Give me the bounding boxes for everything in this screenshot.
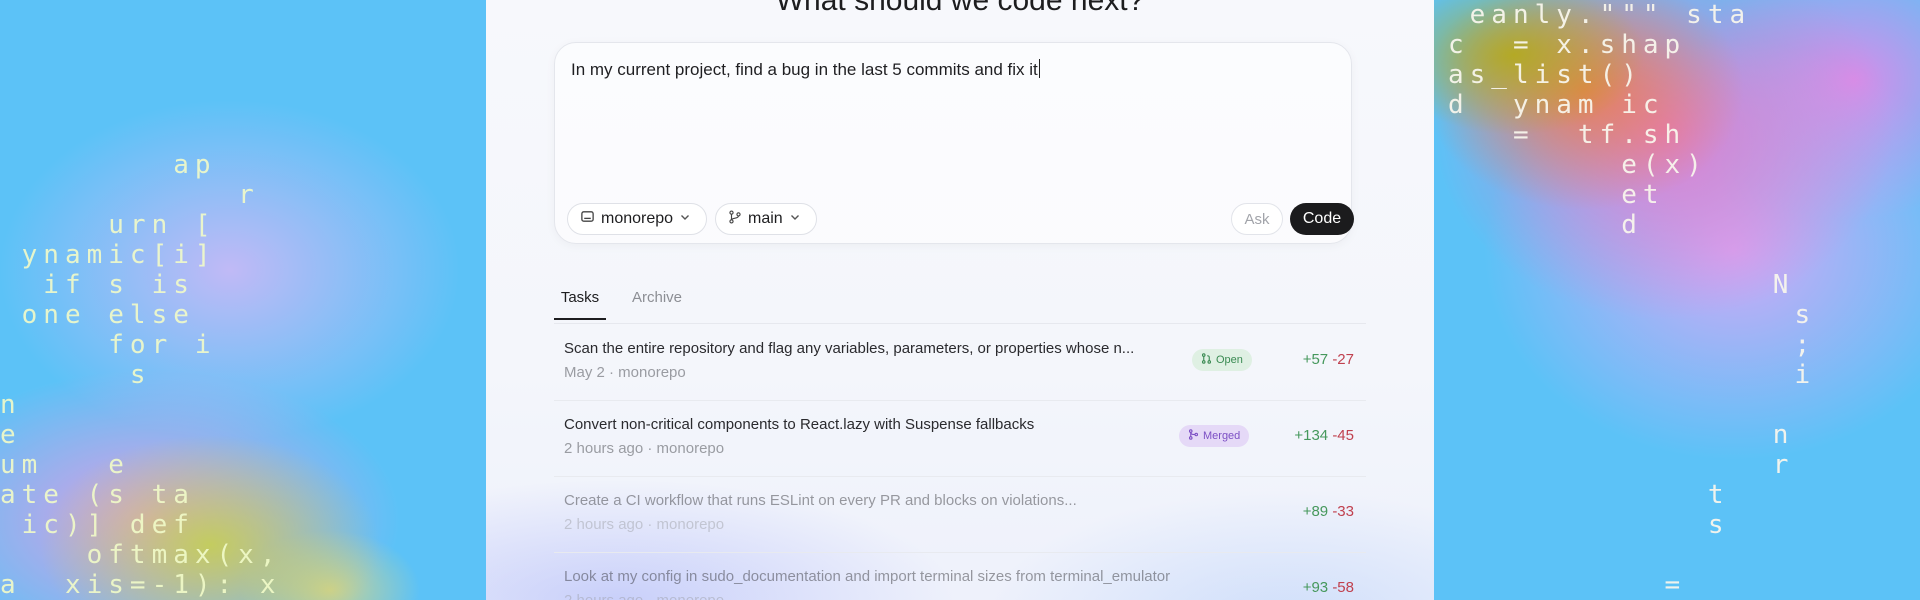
status-label: Open (1216, 354, 1243, 366)
additions-count: +89 (1302, 503, 1329, 520)
prompt-input[interactable]: In my current project, find a bug in the… (571, 59, 1040, 80)
repo-selector[interactable]: monorepo (567, 203, 707, 235)
task-row[interactable]: Look at my config in sudo_documentation … (554, 552, 1366, 600)
repo-icon (580, 209, 595, 229)
status-badge: Merged (1179, 425, 1250, 447)
decorative-background-left: ap r urn [ ynamic[i] if s is one else fo… (0, 0, 486, 600)
diff-stats: +134 -45 (1294, 427, 1354, 444)
additions-count: +93 (1302, 579, 1329, 596)
chevron-down-icon (679, 210, 691, 228)
diff-stats: +57 -27 (1303, 351, 1354, 368)
repo-label: monorepo (601, 210, 674, 227)
text-caret (1038, 59, 1040, 78)
merge-icon (1188, 429, 1199, 443)
background-code-left: ap r urn [ ynamic[i] if s is one else fo… (0, 150, 282, 600)
tab-tasks[interactable]: Tasks (554, 289, 606, 320)
git-branch-icon (728, 209, 742, 229)
task-title: Scan the entire repository and flag any … (564, 340, 1135, 357)
deletions-count: -33 (1332, 503, 1354, 520)
status-label: Merged (1203, 430, 1241, 442)
task-row[interactable]: Convert non-critical components to React… (554, 400, 1366, 477)
task-title: Look at my config in sudo_documentation … (564, 568, 1171, 585)
pull-request-icon (1201, 353, 1212, 367)
deletions-count: -58 (1332, 579, 1354, 596)
chevron-down-icon (789, 210, 801, 228)
task-meta: May 2 · monorepo (564, 364, 686, 381)
decorative-background-right: eanly.""" sta c = x.shap as_list() d yna… (1434, 0, 1920, 600)
deletions-count: -45 (1332, 427, 1354, 444)
task-meta: 2 hours ago · monorepo (564, 516, 725, 533)
task-meta: 2 hours ago · monorepo (564, 592, 724, 600)
task-row[interactable]: Create a CI workflow that runs ESLint on… (554, 476, 1366, 553)
diff-stats: +89 -33 (1303, 503, 1354, 520)
task-title: Create a CI workflow that runs ESLint on… (564, 492, 1077, 509)
task-tabs: Tasks Archive (554, 285, 1366, 324)
deletions-count: -27 (1332, 351, 1354, 368)
task-row[interactable]: Scan the entire repository and flag any … (554, 324, 1366, 401)
tab-archive[interactable]: Archive (632, 289, 682, 318)
additions-count: +134 (1294, 427, 1329, 444)
main-panel: What should we code next? In my current … (486, 0, 1434, 600)
status-badge: Open (1192, 349, 1252, 371)
additions-count: +57 (1302, 351, 1329, 368)
prompt-composer: In my current project, find a bug in the… (554, 42, 1354, 244)
branch-selector[interactable]: main (715, 203, 817, 235)
task-title: Convert non-critical components to React… (564, 416, 1035, 433)
ask-button[interactable]: Ask (1231, 203, 1283, 235)
prompt-input-text: In my current project, find a bug in the… (571, 60, 1038, 79)
background-code-right: eanly.""" sta c = x.shap as_list() d yna… (1448, 0, 1817, 600)
code-button[interactable]: Code (1290, 203, 1354, 235)
task-meta: 2 hours ago · monorepo (564, 440, 725, 457)
page-title: What should we code next? (775, 0, 1145, 17)
branch-label: main (748, 210, 783, 227)
diff-stats: +93 -58 (1303, 579, 1354, 596)
